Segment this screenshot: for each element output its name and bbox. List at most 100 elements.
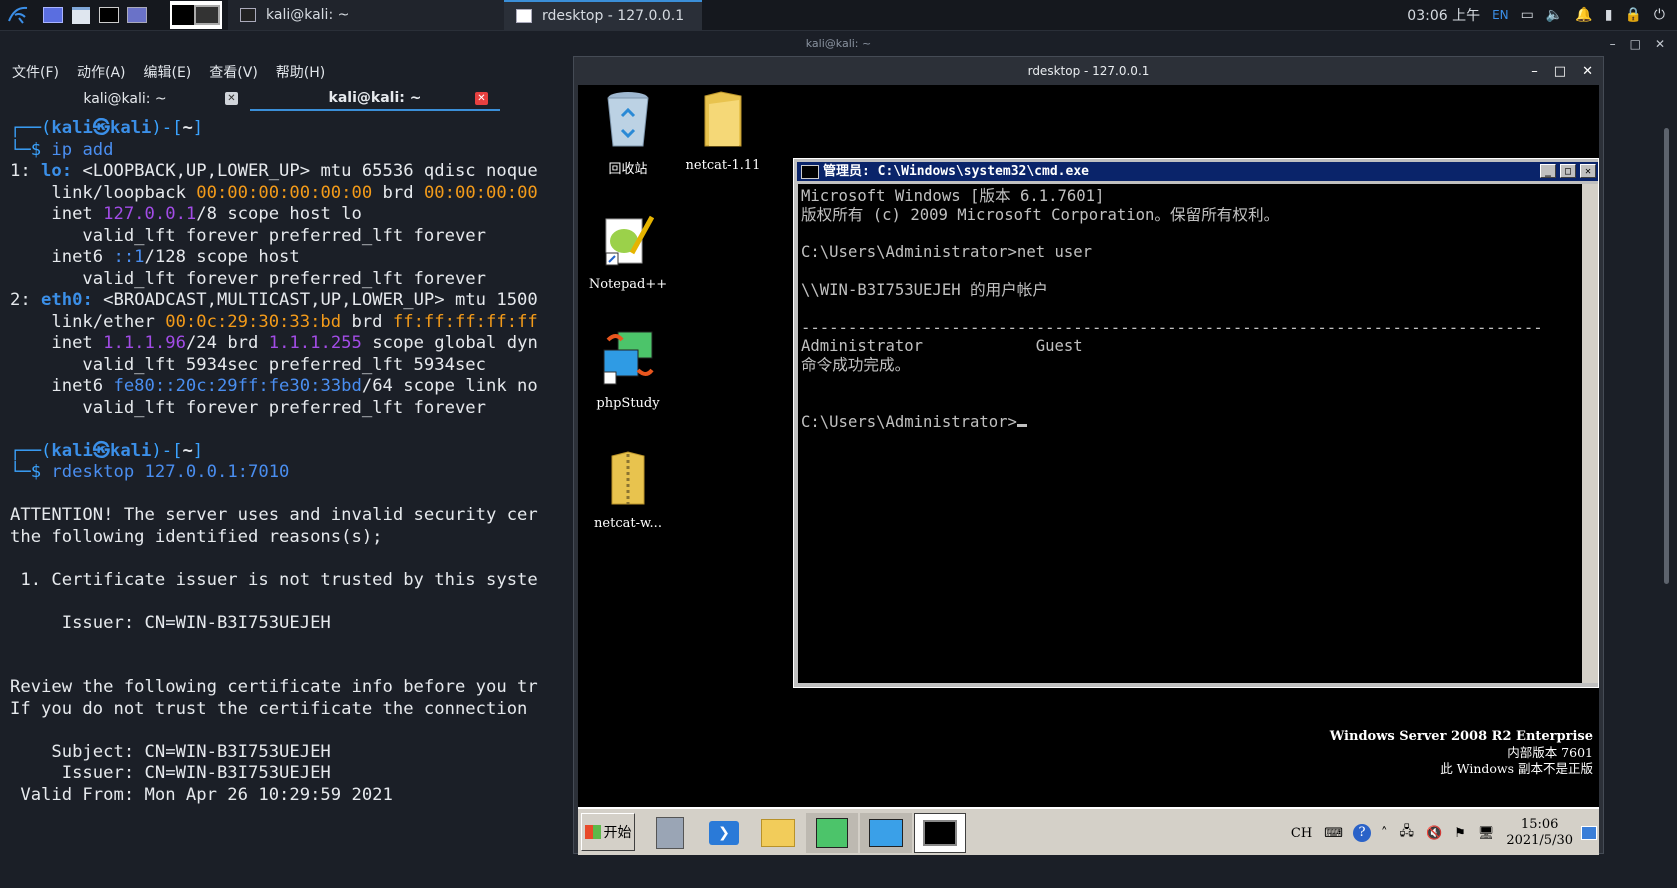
menu-help[interactable]: 帮助(H) <box>276 62 325 82</box>
cmd-line: Microsoft Windows [版本 6.1.7601] <box>801 187 1105 205</box>
menu-action[interactable]: 动作(A) <box>77 62 126 82</box>
windows-taskbar: 开始 ❯ CH ⌨ ? ˄ 🖧 🔇 ⚑ 🖥 15:06 2021/5/30 <box>578 807 1599 855</box>
cmd-line <box>801 375 1595 394</box>
terminal-window-title: kali@kali: ~ <box>0 31 1677 57</box>
task-label: rdesktop - 127.0.0.1 <box>542 8 685 24</box>
volume-icon[interactable]: 🔈 <box>1546 7 1563 23</box>
output-line: the following identified reasons(s); <box>10 526 383 547</box>
command-line: └─$ ip add <box>10 139 114 160</box>
minimize-icon[interactable]: – <box>1531 64 1538 79</box>
windows-clock[interactable]: 15:06 2021/5/30 <box>1506 817 1573 849</box>
workspace-switcher[interactable] <box>170 1 222 29</box>
desktop-icon-recycle-bin[interactable]: 回收站 <box>578 90 678 177</box>
help-icon[interactable]: ? <box>1352 824 1371 842</box>
maximize-icon[interactable]: □ <box>1554 64 1566 79</box>
minimize-icon[interactable]: – <box>1610 37 1616 51</box>
prompt-line: ┌──(kali㉿kali)-[~] <box>10 118 204 138</box>
output-line: Subject: CN=WIN-B3I753UEJEH <box>10 741 331 762</box>
lock-icon[interactable]: 🔒 <box>1624 7 1641 23</box>
action-center-flag-icon[interactable]: ⚑ <box>1454 826 1466 841</box>
screen-recorder-icon[interactable] <box>126 5 148 25</box>
maximize-icon[interactable]: □ <box>1630 37 1641 51</box>
desktop-icon-netcat-folder[interactable]: netcat-1.11 <box>673 90 773 173</box>
windows-tray: CH ⌨ ? ˄ 🖧 🔇 ⚑ 🖥 15:06 2021/5/30 <box>1291 813 1597 853</box>
menu-file[interactable]: 文件(F) <box>12 62 59 82</box>
show-desktop-icon[interactable] <box>1581 826 1597 840</box>
os-edition: Windows Server 2008 R2 Enterprise <box>1329 729 1593 744</box>
network-config-icon[interactable] <box>860 813 912 853</box>
cmd-output[interactable]: Microsoft Windows [版本 6.1.7601] 版权所有 (c) … <box>798 184 1598 683</box>
language-indicator[interactable]: EN <box>1492 8 1509 22</box>
output-line: ATTENTION! The server uses and invalid s… <box>10 505 538 525</box>
cmd-line: 版权所有 (c) 2009 Microsoft Corporation。保留所有… <box>801 205 1280 224</box>
task-rdesktop[interactable]: rdesktop - 127.0.0.1 <box>504 0 702 30</box>
cmd-line <box>801 300 1595 319</box>
task-terminal[interactable]: kali@kali: ~ <box>228 0 504 30</box>
phpstudy-taskbar-icon[interactable] <box>806 813 858 853</box>
volume-muted-icon[interactable]: 🔇 <box>1426 826 1442 841</box>
cmd-scrollbar[interactable] <box>1582 184 1598 683</box>
network-tray-icon[interactable]: 🖧 <box>1399 822 1414 844</box>
genuine-notice: 此 Windows 副本不是正版 <box>1440 761 1593 776</box>
menu-edit[interactable]: 编辑(E) <box>144 62 192 82</box>
desktop-icon-netcat-zip[interactable]: netcat-w... <box>578 450 678 531</box>
output-line: Issuer: CN=WIN-B3I753UEJEH <box>10 763 331 783</box>
remote-desktop-screen[interactable]: 回收站 netcat-1.11 Notepad++ phpStudy netca… <box>578 85 1599 855</box>
close-icon[interactable]: ✕ <box>1655 37 1665 51</box>
terminal-launcher-icon[interactable] <box>98 5 120 25</box>
output-line: link/ether 00:0c:29:30:33:bd brd ff:ff:f… <box>10 311 538 332</box>
task-label: kali@kali: ~ <box>266 7 350 23</box>
notepad-plus-plus-icon <box>605 215 655 266</box>
tab-close-icon[interactable]: ✕ <box>225 92 238 105</box>
desktop-icon[interactable] <box>42 5 64 25</box>
maximize-button[interactable]: □ <box>1560 164 1576 178</box>
desktop-icon-phpstudy[interactable]: phpStudy <box>578 330 678 411</box>
windows-logo-icon <box>584 825 601 839</box>
menu-view[interactable]: 查看(V) <box>209 62 258 82</box>
cmd-title: 管理员: C:\Windows\system32\cmd.exe <box>823 164 1089 179</box>
recycle-bin-icon <box>607 92 649 147</box>
notification-bell-icon[interactable]: 🔔 <box>1575 7 1592 23</box>
text-cursor <box>1016 423 1027 427</box>
battery-icon[interactable]: ▮ <box>1605 7 1613 23</box>
start-button[interactable]: 开始 <box>581 813 635 851</box>
windows-watermark: Windows Server 2008 R2 Enterprise 内部版本 7… <box>1330 729 1593 777</box>
tab-terminal-2[interactable]: kali@kali: ~ ✕ <box>250 87 500 111</box>
input-language[interactable]: CH <box>1291 826 1312 841</box>
rdesktop-window: rdesktop - 127.0.0.1 – □ ✕ 回收站 netcat-1.… <box>573 56 1604 855</box>
command-line: └─$ rdesktop 127.0.0.1:7010 <box>10 462 290 482</box>
cmd-line <box>801 394 1595 413</box>
close-icon[interactable]: ✕ <box>1582 64 1593 79</box>
display-icon[interactable]: ▭ <box>1521 7 1534 23</box>
minimize-button[interactable]: _ <box>1540 164 1556 178</box>
tab-terminal-1[interactable]: kali@kali: ~ ✕ <box>0 87 250 111</box>
keyboard-icon[interactable]: ⌨ <box>1324 826 1343 841</box>
network-computers-icon[interactable]: 🖥 <box>1478 826 1495 841</box>
power-icon[interactable]: ⏻ <box>1654 7 1665 23</box>
clock[interactable]: 03:06 上午 <box>1407 5 1480 25</box>
tab-close-icon[interactable]: ✕ <box>475 92 488 105</box>
terminal-output[interactable]: ┌──(kali㉿kali)-[~] └─$ ip add 1: lo: <LOOP… <box>10 118 570 888</box>
build-number: 内部版本 7601 <box>1507 745 1593 760</box>
output-line: Review the following certificate info be… <box>10 677 538 697</box>
explorer-icon[interactable] <box>752 813 804 853</box>
cmd-taskbar-button[interactable] <box>914 813 966 853</box>
folder-icon <box>704 91 742 147</box>
output-line: Issuer: CN=WIN-B3I753UEJEH <box>10 612 331 633</box>
icon-label: netcat-1.11 <box>685 158 761 173</box>
close-button[interactable]: ✕ <box>1580 164 1596 178</box>
file-manager-icon[interactable] <box>70 5 92 25</box>
zip-folder-icon <box>611 451 645 505</box>
server-manager-icon[interactable] <box>644 813 696 853</box>
desktop-icon-notepadpp[interactable]: Notepad++ <box>578 213 678 292</box>
kali-menu-icon[interactable] <box>6 5 30 25</box>
icon-label: Notepad++ <box>588 277 668 292</box>
cmd-line: 命令成功完成。 <box>801 356 911 375</box>
cmd-line: \\WIN-B3I753UEJEH 的用户帐户 <box>801 280 1048 299</box>
output-line: valid_lft forever preferred_lft forever <box>10 225 486 246</box>
tray-expand-icon[interactable]: ˄ <box>1381 826 1388 841</box>
cmd-title-bar[interactable]: 管理员: C:\Windows\system32\cmd.exe _ □ ✕ <box>797 162 1598 181</box>
output-line: link/loopback 00:00:00:00:00:00 brd 00:0… <box>10 182 538 203</box>
terminal-scrollbar[interactable] <box>1664 128 1669 584</box>
powershell-icon[interactable]: ❯ <box>698 813 750 853</box>
